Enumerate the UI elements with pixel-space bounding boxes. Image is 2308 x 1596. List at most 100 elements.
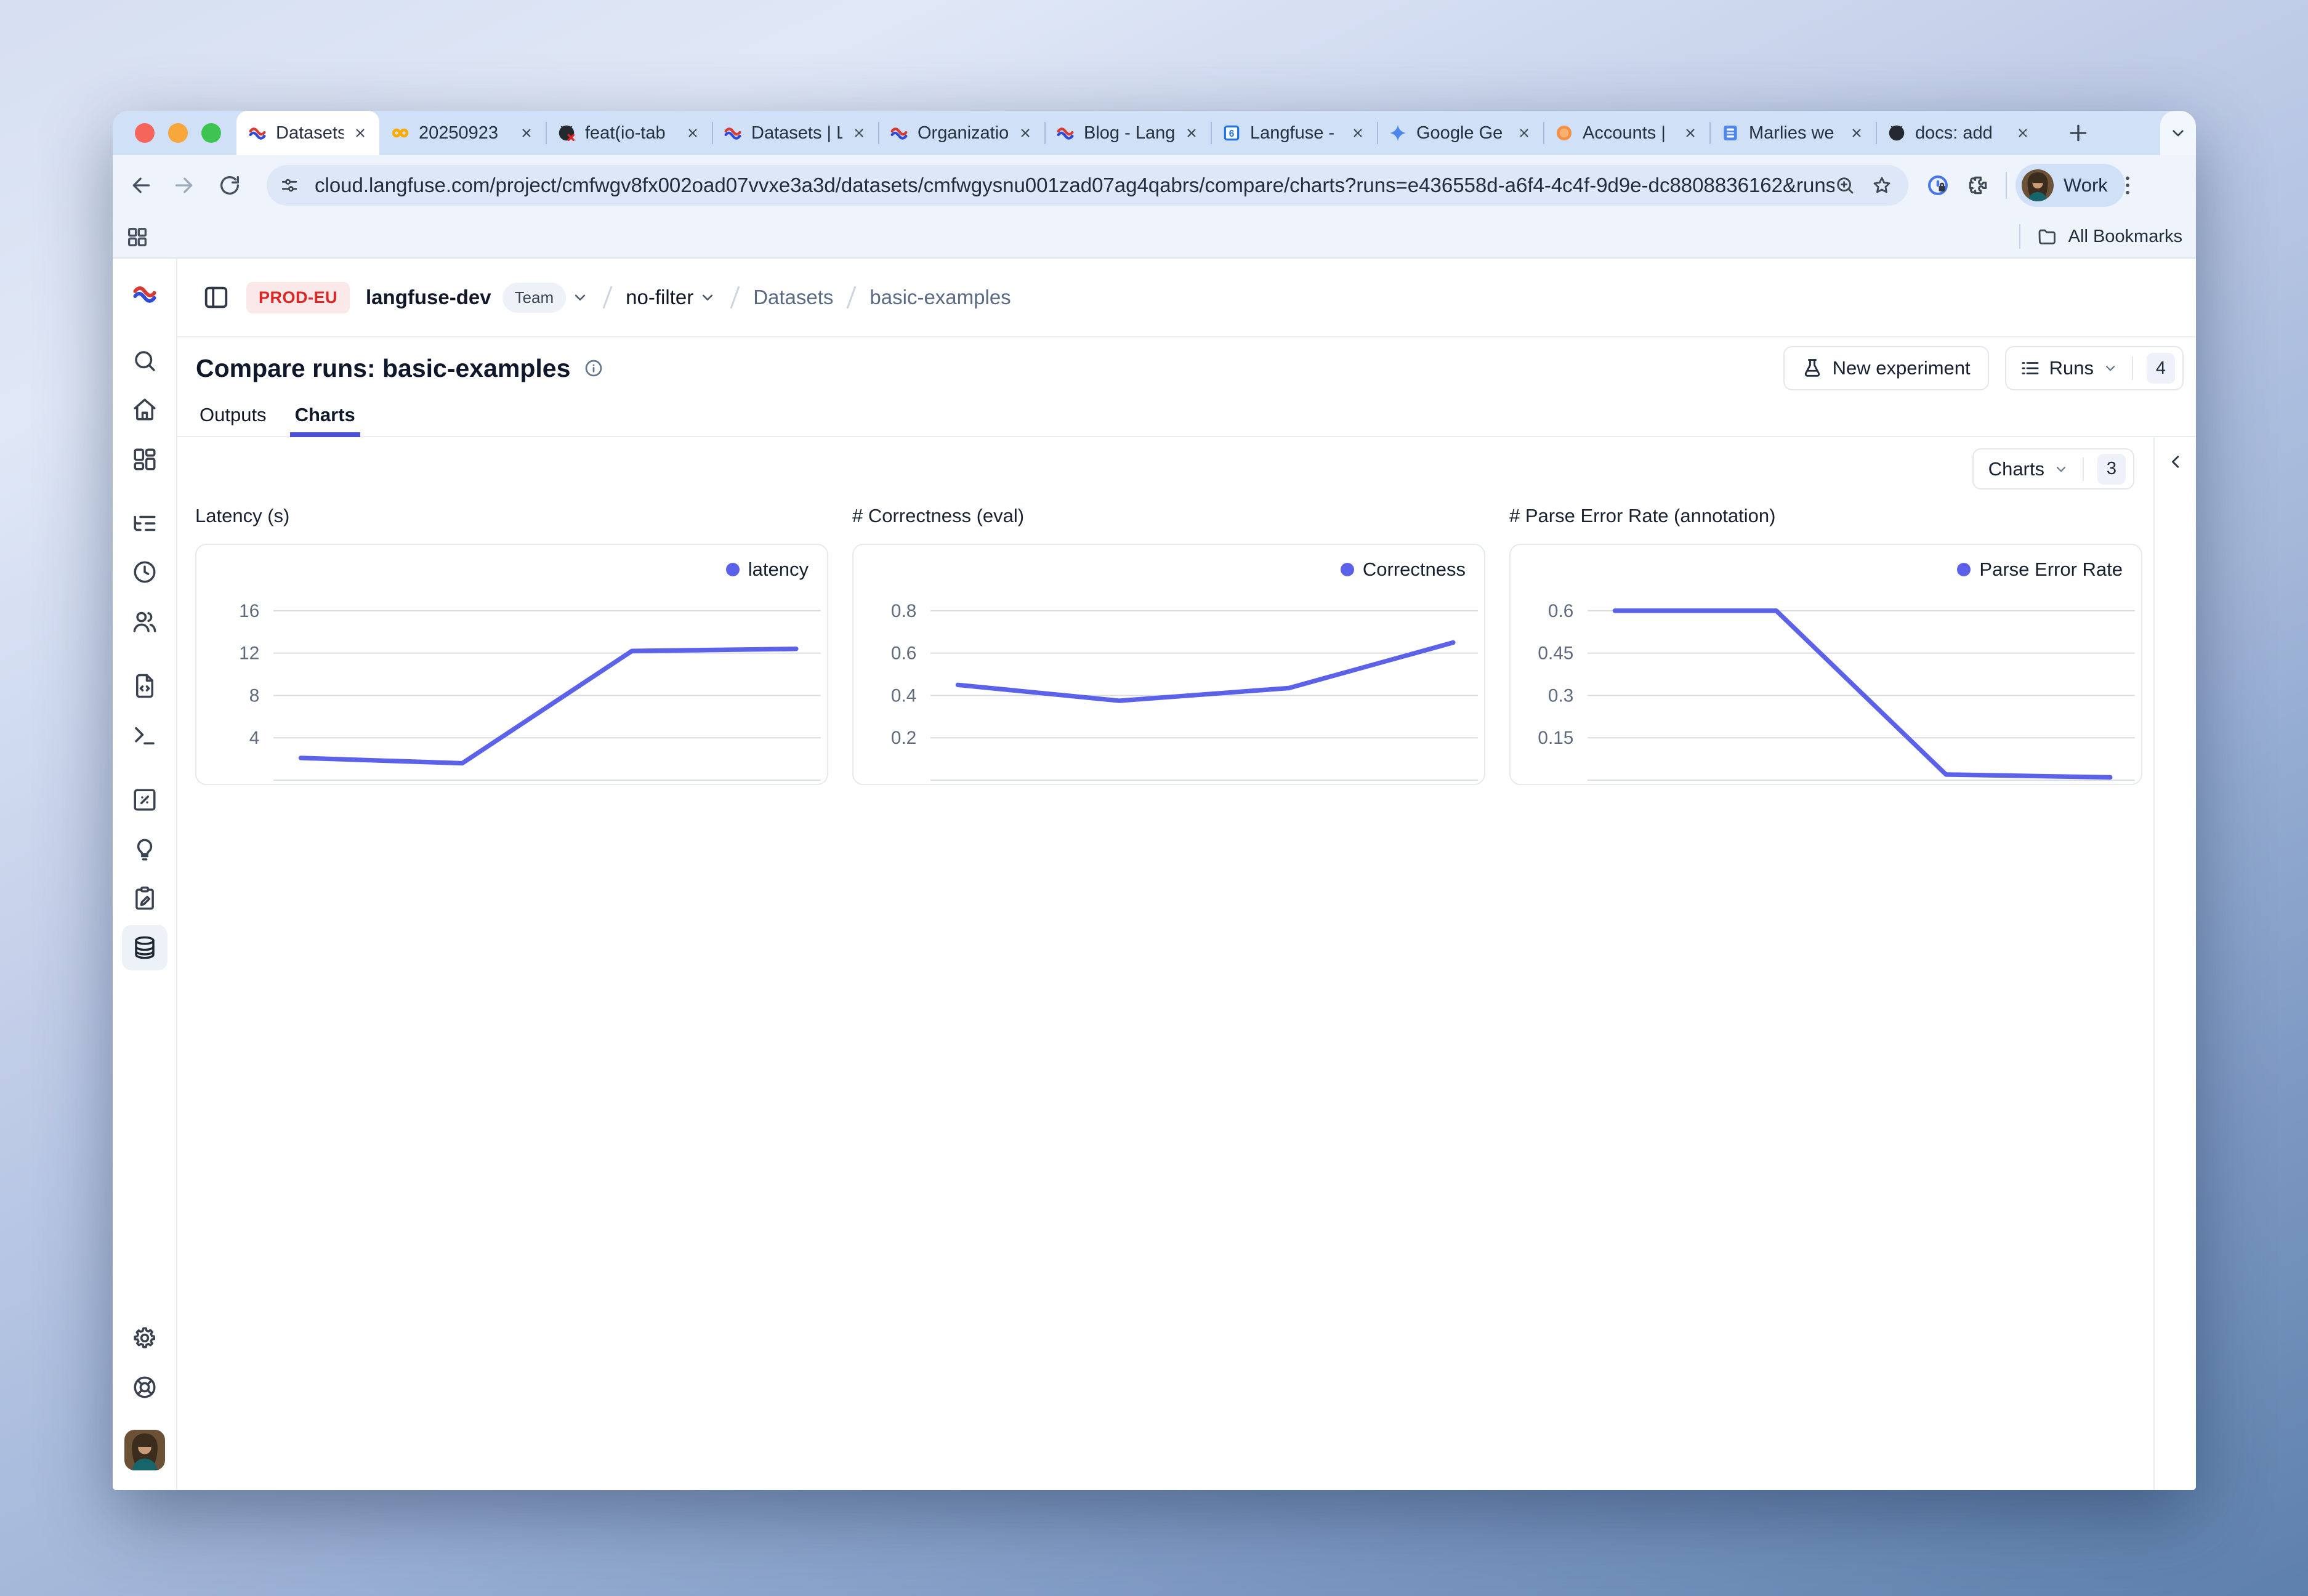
chart-title: # Correctness (eval) <box>852 505 1485 527</box>
charts-selector-button[interactable]: Charts 3 <box>1972 448 2134 490</box>
svg-text:0.3: 0.3 <box>1548 685 1573 706</box>
minimize-window-button[interactable] <box>168 123 188 143</box>
sidebar-item-search[interactable] <box>122 338 167 384</box>
clipboard-pen-icon <box>132 885 158 911</box>
tab-charts[interactable]: Charts <box>295 404 355 436</box>
project-name[interactable]: no-filter <box>626 286 693 309</box>
browser-tab[interactable]: 6Langfuse - <box>1211 111 1377 155</box>
all-bookmarks-label: All Bookmarks <box>2068 227 2182 247</box>
sidebar-item-annotation[interactable] <box>122 876 167 921</box>
maximize-window-button[interactable] <box>201 123 221 143</box>
sidebar-item-tracing[interactable] <box>122 501 167 546</box>
sidebar-item-users[interactable] <box>122 599 167 645</box>
bookmark-star-icon[interactable] <box>1871 175 1892 196</box>
browser-tab[interactable]: feat(io-tab <box>546 111 712 155</box>
chart-title: Latency (s) <box>195 505 828 527</box>
close-window-button[interactable] <box>135 123 155 143</box>
organization-name[interactable]: langfuse-dev <box>366 286 491 309</box>
breadcrumb: PROD-EU langfuse-dev Team no-filter Data… <box>177 259 2196 337</box>
org-chevron-down-icon[interactable] <box>571 288 589 307</box>
tab-search-button[interactable] <box>2160 111 2196 155</box>
page-header: Compare runs: basic-examples New experim… <box>177 337 2196 399</box>
tab-close-icon[interactable] <box>685 125 701 141</box>
tab-close-icon[interactable] <box>352 125 368 141</box>
site-settings-icon[interactable] <box>279 175 300 196</box>
sidebar-item-support[interactable] <box>122 1364 167 1410</box>
list-tree-icon <box>132 510 158 536</box>
tab-close-icon[interactable] <box>1350 125 1366 141</box>
new-experiment-button[interactable]: New experiment <box>1783 346 1989 390</box>
langfuse-logo-icon[interactable] <box>131 280 158 307</box>
info-icon[interactable] <box>584 358 603 378</box>
back-button[interactable] <box>129 173 153 198</box>
project-chevron-down-icon[interactable] <box>698 288 717 307</box>
clock-icon <box>132 559 158 585</box>
sidebar-item-prompts[interactable] <box>122 663 167 709</box>
sidebar-item-evaluation[interactable] <box>122 777 167 823</box>
sidebar-item-sessions[interactable] <box>122 549 167 595</box>
browser-tab[interactable]: Google Ge <box>1377 111 1543 155</box>
browser-tab[interactable]: docs: add <box>1876 111 2042 155</box>
legend-label: latency <box>748 558 809 581</box>
extensions-puzzle-icon[interactable] <box>1966 174 1990 197</box>
tab-close-icon[interactable] <box>1849 125 1865 141</box>
url-text[interactable]: cloud.langfuse.com/project/cmfwgv8fx002o… <box>315 174 1834 197</box>
new-tab-button[interactable] <box>2066 121 2091 145</box>
browser-tab[interactable]: Accounts | <box>1543 111 1709 155</box>
sidebar-item-settings[interactable] <box>122 1315 167 1361</box>
password-manager-icon[interactable] <box>1926 174 1950 197</box>
reload-button[interactable] <box>217 173 242 198</box>
tab-close-icon[interactable] <box>1017 125 1033 141</box>
browser-tab[interactable]: 20250923 <box>379 111 546 155</box>
svg-text:4: 4 <box>249 728 260 748</box>
chevron-left-icon[interactable] <box>2165 451 2187 473</box>
zoom-page-icon[interactable] <box>1834 175 1855 196</box>
tab-close-icon[interactable] <box>1184 125 1200 141</box>
charts-selector-label: Charts <box>1988 458 2044 480</box>
docs-blue-favicon <box>1721 123 1740 143</box>
browser-profile-chip[interactable]: Work <box>2015 164 2125 207</box>
chart-2: # Correctness (eval)0.80.60.40.2Correctn… <box>852 505 1485 785</box>
lightbulb-icon <box>132 837 158 863</box>
charts-count-badge: 3 <box>2097 454 2126 485</box>
address-bar[interactable]: cloud.langfuse.com/project/cmfwgv8fx002o… <box>267 165 1908 206</box>
sidebar-item-playground[interactable] <box>122 713 167 759</box>
browser-tab[interactable]: Blog - Lang <box>1044 111 1211 155</box>
tab-outputs[interactable]: Outputs <box>200 404 267 436</box>
tab-close-icon[interactable] <box>1682 125 1698 141</box>
legend-dot-icon <box>726 563 740 576</box>
browser-tab[interactable]: Organizatio <box>878 111 1044 155</box>
percent-square-icon <box>132 787 158 813</box>
browser-menu-icon[interactable] <box>2115 173 2140 198</box>
gemini-favicon <box>1388 123 1408 143</box>
tab-close-icon[interactable] <box>518 125 535 141</box>
forward-button[interactable] <box>172 173 196 198</box>
breadcrumb-datasets-link[interactable]: Datasets <box>753 286 833 309</box>
langfuse-app: PROD-EU langfuse-dev Team no-filter Data… <box>113 259 2196 1490</box>
tab-title: Accounts | <box>1583 123 1674 143</box>
chart-plot: 161284 <box>196 545 827 784</box>
user-avatar[interactable] <box>122 1427 167 1473</box>
sidebar-item-dashboards[interactable] <box>122 437 167 482</box>
sidebar-toggle-icon[interactable] <box>202 283 230 312</box>
tab-close-icon[interactable] <box>2015 125 2031 141</box>
runs-selector-button[interactable]: Runs 4 <box>2005 346 2184 390</box>
apps-grid-icon[interactable] <box>125 225 150 249</box>
sidebar-item-insights[interactable] <box>122 827 167 873</box>
browser-tab[interactable]: Datasets | L <box>236 111 379 155</box>
tab-close-icon[interactable] <box>1516 125 1532 141</box>
users-icon <box>132 609 158 635</box>
svg-text:6: 6 <box>1229 129 1235 139</box>
sidebar-item-datasets[interactable] <box>122 925 167 970</box>
breadcrumb-dataset-name[interactable]: basic-examples <box>870 286 1011 309</box>
tab-close-icon[interactable] <box>851 125 867 141</box>
browser-tab[interactable]: Datasets | L <box>712 111 878 155</box>
runs-chevron-down-icon <box>2102 360 2118 376</box>
sidebar-item-home[interactable] <box>122 387 167 432</box>
charts-grid: Latency (s)161284latency# Correctness (e… <box>195 505 2142 785</box>
browser-tab[interactable]: Marlies we <box>1709 111 1876 155</box>
calendar6-favicon: 6 <box>1222 123 1241 143</box>
all-bookmarks[interactable]: All Bookmarks <box>2019 216 2182 257</box>
legend-label: Correctness <box>1363 558 1466 581</box>
svg-text:8: 8 <box>249 685 260 706</box>
